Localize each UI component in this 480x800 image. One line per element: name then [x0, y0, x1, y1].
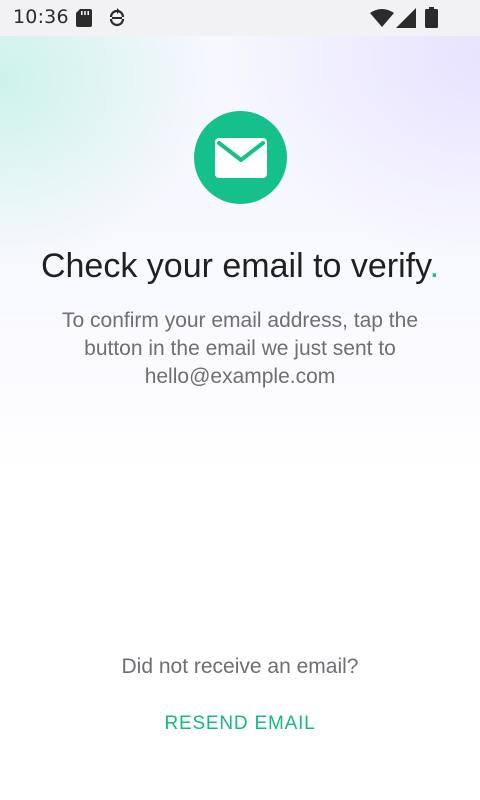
status-time: 10:36: [13, 6, 69, 28]
sd-card-icon: [76, 9, 92, 27]
sync-icon: [109, 8, 125, 27]
resend-email-button[interactable]: RESEND EMAIL: [150, 705, 330, 743]
page-title-text: Check your email to verify: [40, 247, 430, 285]
mail-icon: [215, 138, 267, 178]
mail-badge: [194, 111, 287, 204]
verify-email-screen: 10:36 Check your email to verify. To con…: [0, 0, 480, 800]
battery-icon: [425, 7, 438, 28]
page-title: Check your email to verify.: [0, 247, 480, 286]
cell-signal-icon: [396, 8, 416, 28]
wifi-icon: [370, 9, 394, 27]
verify-instructions: To confirm your email address, tap the b…: [62, 309, 418, 388]
title-accent-dot: .: [429, 247, 440, 285]
status-bar: 10:36: [0, 0, 480, 36]
no-email-prompt: Did not receive an email?: [121, 655, 359, 678]
main-content: Check your email to verify. To confirm y…: [0, 0, 480, 800]
